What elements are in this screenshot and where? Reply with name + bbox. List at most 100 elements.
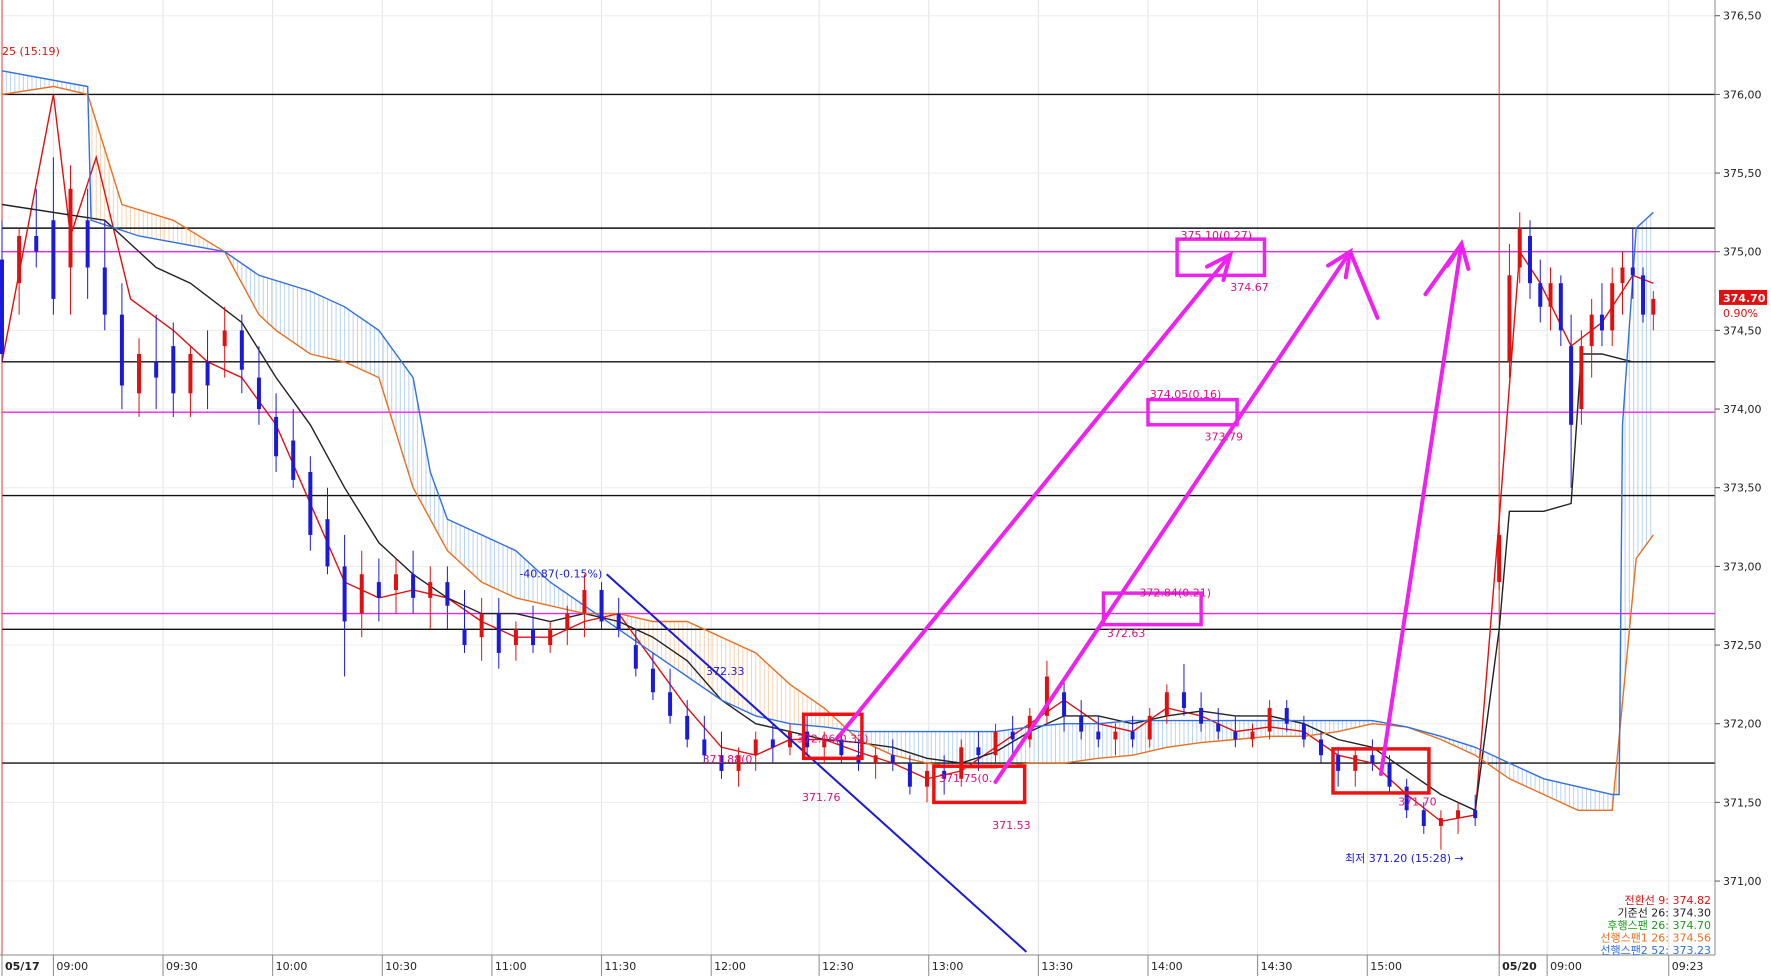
legend-entry: 전환선 9: 374.82: [1624, 894, 1711, 907]
candle-body: [342, 566, 347, 622]
x-axis-tick-label: 09:23: [1672, 960, 1704, 973]
chart-annotation: 371.75(0.: [939, 772, 992, 785]
chart-annotation: 372.33: [706, 665, 745, 678]
candle-body: [308, 471, 313, 535]
legend-entry: 선행스팬1 26: 374.56: [1600, 932, 1711, 945]
candle-body: [685, 715, 690, 740]
candle-body: [137, 353, 142, 394]
candle-body: [1199, 707, 1204, 724]
candle-body: [1589, 314, 1594, 347]
price-change-label: 0.90%: [1723, 307, 1758, 320]
y-axis-tick-label: 373,00: [1723, 560, 1762, 573]
chart-annotation: 372.84(0.21): [1139, 586, 1211, 599]
candle-body: [890, 755, 895, 764]
x-axis-tick-label: 12:00: [714, 960, 746, 973]
candle-body: [17, 235, 22, 284]
candle-body: [359, 574, 364, 614]
candle-body: [1250, 731, 1255, 740]
candle-body: [1147, 715, 1152, 740]
candle-body: [445, 582, 450, 606]
candle-body: [1301, 723, 1306, 740]
candle-body: [0, 259, 4, 354]
candle-body: [1610, 283, 1615, 331]
candle-body: [376, 582, 381, 598]
candle-body: [976, 747, 981, 756]
candle-body: [633, 645, 638, 669]
chart-area[interactable]: 25 (15:19) -40.87(-0.15%) 372.33 372.06(0.3…: [0, 0, 1771, 976]
candle-body: [1353, 755, 1358, 771]
x-axis-tick-label: 09:00: [1550, 960, 1582, 973]
candle-body: [1130, 731, 1135, 740]
candle-body: [1233, 731, 1238, 740]
ichimoku-candlestick-chart[interactable]: 25 (15:19) -40.87(-0.15%) 372.33 372.06(0.3…: [0, 0, 1771, 976]
candle-body: [873, 755, 878, 764]
x-axis-tick-label: 09:30: [166, 960, 198, 973]
candle-body: [325, 519, 330, 567]
candle-body: [753, 739, 758, 756]
candle-body: [1620, 267, 1625, 284]
candle-body: [1548, 283, 1553, 307]
candle-body: [393, 574, 398, 590]
x-axis-tick-label: 09:00: [56, 960, 88, 973]
candle-body: [1456, 810, 1461, 819]
candle-body: [68, 188, 73, 268]
chart-annotation: -40.87(-0.15%): [519, 567, 602, 580]
candle-body: [616, 613, 621, 630]
candle-body: [479, 613, 484, 638]
candle-body: [993, 731, 998, 756]
candle-body: [1517, 228, 1522, 268]
x-axis-tick-label: 14:30: [1261, 960, 1293, 973]
candle-body: [102, 267, 107, 315]
candle-body: [1569, 346, 1574, 425]
chart-annotation: 374.67: [1230, 281, 1269, 294]
x-axis-tick-label: 13:00: [932, 960, 964, 973]
candle-body: [1010, 731, 1015, 740]
chart-annotation: 374.05(0.16): [1150, 388, 1222, 401]
candle-body: [274, 416, 279, 457]
candle-body: [599, 589, 604, 622]
legend-entry: 후행스팬 26: 374.70: [1607, 919, 1711, 932]
candle-body: [1267, 707, 1272, 732]
candle-body: [565, 613, 570, 630]
chart-annotation: 371.88(0: [703, 753, 753, 766]
candle-body: [1473, 810, 1478, 819]
candle-body: [531, 629, 536, 646]
candle-body: [1438, 818, 1443, 826]
candle-body: [205, 361, 210, 386]
chart-annotation: 25 (15:19): [2, 45, 60, 58]
candle-body: [188, 353, 193, 394]
chart-annotation: 373.79: [1205, 431, 1244, 444]
candle-body: [582, 589, 587, 614]
chart-annotation: 372.06(0.32): [797, 733, 869, 746]
candle-body: [154, 361, 159, 378]
legend-entry: 기준선 26: 374.30: [1617, 907, 1711, 920]
candle-body: [1079, 715, 1084, 732]
candle-body: [770, 739, 775, 748]
candle-body: [291, 440, 296, 480]
y-axis-tick-label: 374,00: [1723, 403, 1762, 416]
candle-body: [1497, 534, 1502, 583]
candle-body: [1630, 267, 1635, 276]
candle-body: [1336, 755, 1341, 771]
x-axis-tick-label: 13:30: [1041, 960, 1073, 973]
candle-body: [1319, 739, 1324, 756]
candle-body: [496, 613, 501, 653]
candle-body: [1113, 731, 1118, 740]
y-axis-tick-label: 376,50: [1723, 10, 1762, 23]
y-axis-tick-label: 373,50: [1723, 482, 1762, 495]
candle-body: [171, 346, 176, 394]
candle-body: [1558, 283, 1563, 331]
x-axis-tick-label: 11:00: [495, 960, 527, 973]
candle-body: [1421, 810, 1426, 826]
candle-body: [1599, 314, 1604, 331]
candle-body: [925, 770, 930, 787]
candle-body: [1284, 707, 1289, 724]
x-axis-tick-label: 05/17: [5, 960, 40, 973]
candle-body: [1062, 692, 1067, 716]
x-axis-tick-label: 05/20: [1502, 960, 1537, 973]
x-axis-tick-label: 10:00: [276, 960, 308, 973]
candle-body: [907, 763, 912, 787]
chart-annotation: 371.70: [1398, 796, 1437, 809]
candle-body: [411, 574, 416, 598]
candle-body: [650, 668, 655, 693]
